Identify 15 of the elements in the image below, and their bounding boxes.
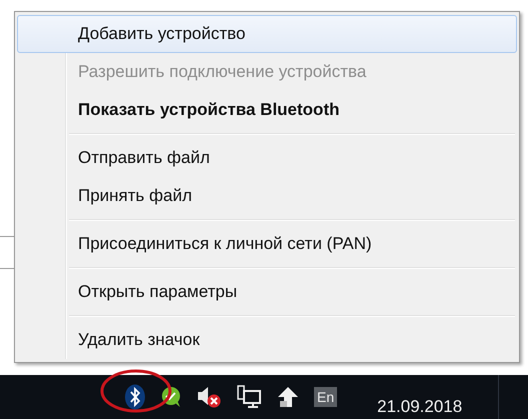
language-indicator[interactable]: En (314, 387, 338, 407)
menu-item[interactable]: Отправить файл (17, 139, 517, 177)
taskbar-date: 21.09.2018 (377, 397, 462, 417)
menu-item[interactable]: Открыть параметры (17, 273, 517, 311)
chat-check-icon[interactable] (160, 386, 182, 408)
highlight-ellipse (100, 369, 172, 413)
speaker-muted-icon[interactable] (196, 385, 222, 409)
menu-item[interactable]: Удалить значок (17, 321, 517, 359)
menu-item[interactable]: Принять файл (17, 177, 517, 215)
network-monitor-icon[interactable] (236, 384, 262, 410)
menu-item[interactable]: Присоединиться к личной сети (PAN) (17, 225, 517, 263)
bluetooth-icon[interactable] (124, 384, 146, 410)
menu-item[interactable]: Показать устройства Bluetooth (17, 91, 517, 129)
menu-item[interactable]: Добавить устройство (17, 15, 517, 53)
upload-arrow-icon[interactable] (276, 385, 300, 409)
